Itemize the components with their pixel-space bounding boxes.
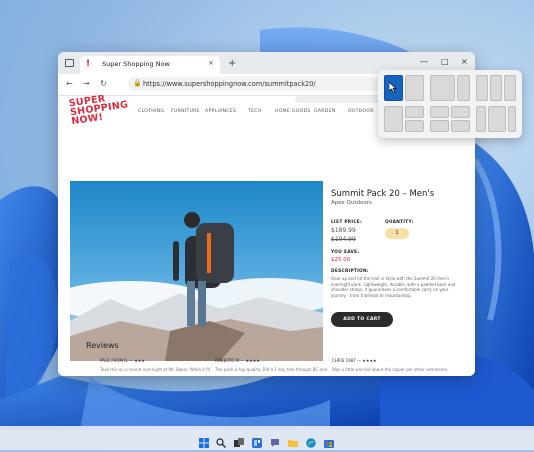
review-text: Was a little worried about the zipper pe… [332, 367, 449, 372]
file-explorer-icon[interactable] [288, 433, 298, 447]
snap-layouts-flyout [378, 70, 522, 138]
product-description: Gear up and hit the trail in style with … [331, 276, 456, 298]
snap-zone-grid-tl[interactable] [430, 106, 449, 118]
store-icon[interactable] [324, 433, 334, 448]
review-text: Took this on a recent overnight at Mt. B… [100, 367, 211, 372]
task-view-icon[interactable] [234, 433, 244, 447]
snap-zone-two-thirds[interactable] [430, 75, 455, 101]
snap-zone-one-third[interactable] [457, 75, 470, 101]
reviews-heading: Reviews [86, 341, 119, 350]
edge-icon[interactable] [306, 433, 316, 448]
old-price: $194.99 [331, 236, 356, 243]
you-save-amount: $25.00 [331, 257, 351, 263]
snap-zone-third-a[interactable] [476, 75, 488, 101]
mouse-cursor-icon [389, 82, 397, 93]
you-save-label: YOU SAVE: [331, 250, 360, 255]
product-image[interactable] [70, 181, 323, 361]
snap-zone-third-c[interactable] [504, 75, 516, 101]
nav-appliances[interactable]: APPLIANCES [205, 109, 236, 114]
chat-icon[interactable] [270, 433, 280, 447]
tab-title: Super Shopping Now [102, 60, 170, 68]
tab-close-icon[interactable]: × [208, 59, 214, 67]
refresh-icon[interactable]: ↻ [100, 79, 107, 88]
nav-garden[interactable]: GARDEN [314, 109, 336, 114]
review-author: CHRIS 1987 — ★★★★ [332, 358, 377, 363]
nav-home-goods[interactable]: HOME GOODS [275, 109, 311, 114]
widgets-icon[interactable] [252, 433, 262, 448]
site-search-bar[interactable] [295, 96, 385, 103]
snap-zone-quad-br[interactable] [405, 120, 424, 132]
taskbar [0, 426, 534, 450]
tab-actions-icon[interactable] [65, 59, 74, 67]
close-window-button[interactable]: × [461, 57, 468, 66]
price: $189.99 [331, 227, 356, 234]
new-tab-button[interactable]: + [228, 58, 236, 69]
snap-zone-quad-tr[interactable] [405, 106, 424, 118]
add-to-cart-button[interactable]: ADD TO CART [331, 312, 393, 327]
forward-arrow-icon[interactable]: → [83, 79, 90, 88]
snap-zone-grid-tr[interactable] [451, 106, 470, 118]
quantity-stepper[interactable]: 1 [385, 228, 409, 239]
snap-zone-quad-left[interactable] [384, 106, 403, 132]
review-author: PAUL FROM IL — ★★★ [100, 358, 145, 363]
snap-zone-grid-br[interactable] [451, 120, 470, 132]
back-arrow-icon[interactable]: ← [66, 79, 73, 88]
description-label: DESCRIPTION: [331, 269, 369, 274]
windows-start-icon[interactable] [199, 433, 209, 448]
search-icon[interactable] [216, 433, 226, 448]
nav-clothing[interactable]: CLOTHING [138, 109, 164, 114]
maximize-button[interactable]: □ [441, 57, 449, 66]
quantity-label: QUANTITY: [385, 220, 414, 225]
snap-zone-wide-left[interactable] [476, 106, 486, 132]
nav-furniture[interactable]: FURNITURE [171, 109, 200, 114]
review-text: The pack is top quality. Did a 7 day tre… [215, 367, 328, 372]
review-author: ROBERTO M — ★★★★ [215, 358, 260, 363]
product-title: Summit Pack 20 – Men's [331, 189, 435, 199]
nav-outdoor[interactable]: OUTDOOR [348, 109, 374, 114]
nav-tech[interactable]: TECH [248, 109, 262, 114]
browser-tab-active[interactable]: ! Super Shopping Now × [80, 56, 220, 74]
site-logo[interactable]: SUPER SHOPPING NOW! [68, 93, 129, 127]
snap-zone-grid-bl[interactable] [430, 120, 449, 132]
list-price-label: LIST PRICE: [331, 220, 363, 225]
snap-zone-right-half[interactable] [405, 75, 424, 101]
lock-icon: 🔒 [133, 79, 142, 87]
minimize-button[interactable]: — [420, 57, 428, 66]
snap-zone-third-b[interactable] [490, 75, 502, 101]
web-page: SUPER SHOPPING NOW! CLOTHING FURNITURE A… [58, 93, 475, 376]
snap-zone-wide-right[interactable] [508, 106, 516, 132]
snap-zone-wide-center[interactable] [488, 106, 506, 132]
url-text[interactable]: https://www.supershoppingnow.com/summitp… [143, 80, 316, 88]
product-brand[interactable]: Apex Outdoors [331, 200, 372, 206]
site-favicon-icon: ! [86, 59, 91, 69]
